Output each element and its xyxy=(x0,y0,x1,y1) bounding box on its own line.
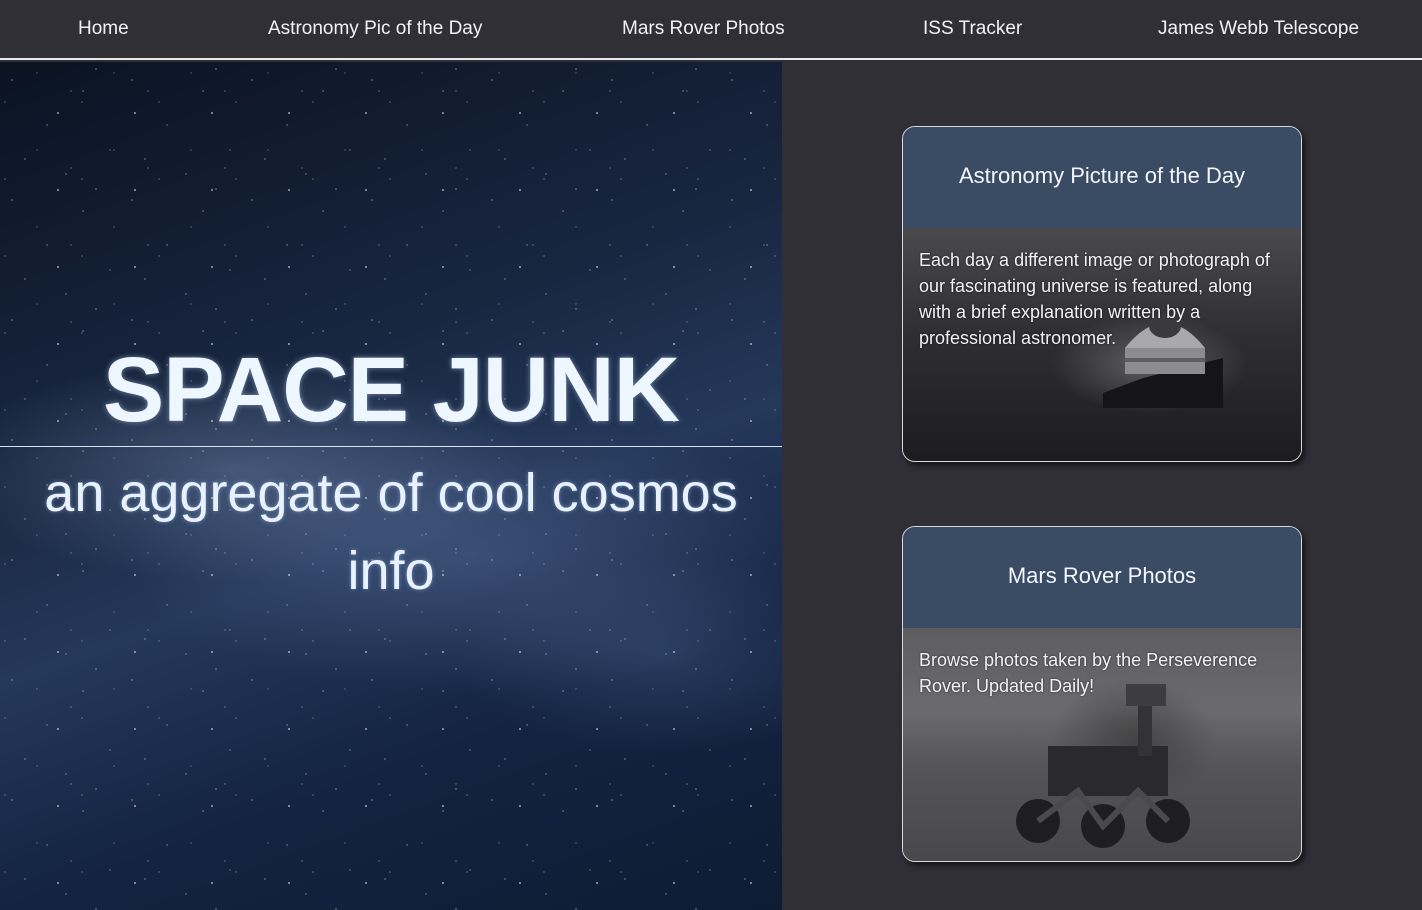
hero-subtitle-line-1: an aggregate of cool cosmos xyxy=(44,463,738,523)
card-description: Each day a different image or photograph… xyxy=(919,250,1270,348)
card-header: Mars Rover Photos xyxy=(903,527,1301,628)
hero-title: SPACE JUNK xyxy=(102,339,680,441)
hero-divider xyxy=(0,446,782,447)
nav-link-mars-rover-photos[interactable]: Mars Rover Photos xyxy=(622,18,785,40)
mars-rover-image xyxy=(1016,684,1190,848)
card-astronomy-picture-of-the-day[interactable]: Astronomy Picture of the Day Each day a … xyxy=(902,126,1302,462)
hero-subtitle-line-2: info xyxy=(347,541,435,601)
nav-link-astronomy-pic-of-the-day[interactable]: Astronomy Pic of the Day xyxy=(268,18,482,40)
top-navigation-bar: Home Astronomy Pic of the Day Mars Rover… xyxy=(0,0,1422,60)
card-background-image-rover: Browse photos taken by the Perseverence … xyxy=(903,628,1301,861)
nav-link-iss-tracker[interactable]: ISS Tracker xyxy=(923,18,1022,40)
card-background-image-observatory: Each day a different image or photograph… xyxy=(903,228,1301,461)
card-title: Mars Rover Photos xyxy=(1007,563,1197,588)
card-description: Browse photos taken by the Perseverence … xyxy=(919,650,1258,696)
hero-subtitle: an aggregate of cool cosmos info xyxy=(0,454,782,610)
hero-section: SPACE JUNK an aggregate of cool cosmos i… xyxy=(0,62,782,910)
card-mars-rover-photos[interactable]: Mars Rover Photos Browse photos taken by… xyxy=(902,526,1302,862)
card-header: Astronomy Picture of the Day xyxy=(903,127,1301,228)
nav-link-home[interactable]: Home xyxy=(78,18,129,40)
nav-link-james-webb-telescope[interactable]: James Webb Telescope xyxy=(1158,18,1359,40)
card-title: Astronomy Picture of the Day xyxy=(958,163,1246,188)
